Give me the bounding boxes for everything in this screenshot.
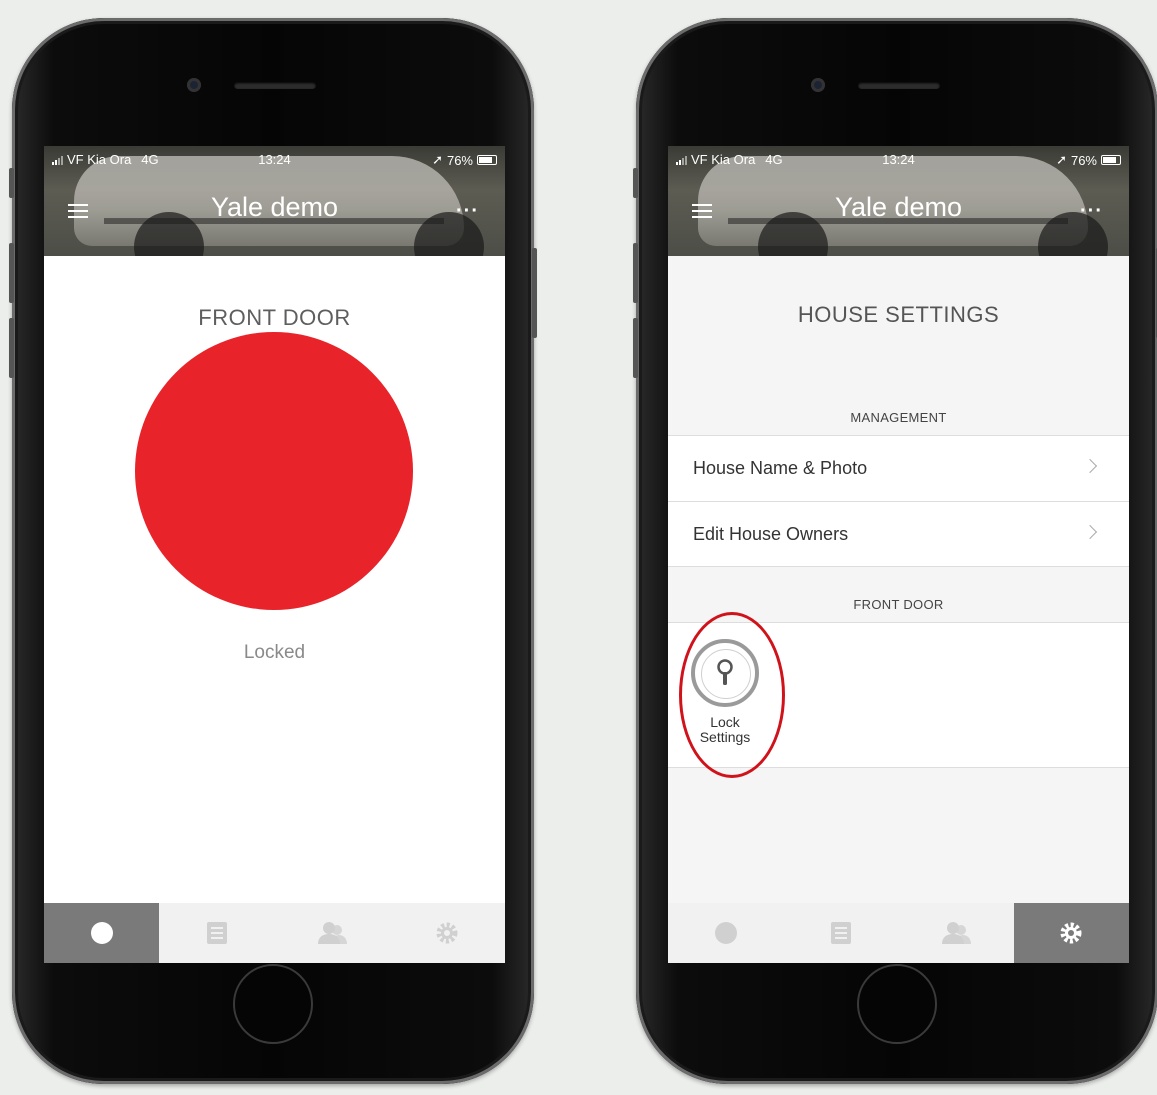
front-camera	[811, 78, 825, 92]
battery-icon	[477, 155, 497, 165]
lock-name-title: FRONT DOOR	[198, 305, 351, 330]
battery-percent: 76%	[1070, 152, 1097, 168]
screen-lock: VF Kia Ora 4G 13:24 ➚ 76% Yale demo ···	[44, 146, 505, 963]
keyhole-icon	[691, 639, 759, 707]
status-bar: VF Kia Ora 4G 13:24 ➚ 76%	[668, 152, 1129, 168]
front-camera	[187, 78, 201, 92]
tab-lock[interactable]	[668, 903, 783, 963]
row-label: Edit House Owners	[693, 523, 849, 544]
location-arrow-icon: ➚	[432, 152, 443, 167]
tab-settings[interactable]	[1013, 903, 1129, 963]
home-button	[233, 964, 313, 1044]
house-header: VF Kia Ora 4G 13:24 ➚ 76% Yale demo ···	[44, 146, 505, 256]
screen-house-settings: VF Kia Ora 4G 13:24 ➚ 76% Yale demo ···	[668, 146, 1129, 963]
tab-activity[interactable]	[159, 903, 274, 963]
management-section-label: MANAGEMENT	[850, 410, 947, 425]
volume-up-button	[633, 243, 638, 303]
lock-tiles-area: Lock Settings	[668, 622, 1129, 768]
screenshot-stage: VF Kia Ora 4G 13:24 ➚ 76% Yale demo ···	[0, 0, 1157, 1095]
settings-title: HOUSE SETTINGS	[797, 302, 1000, 327]
activity-list-icon	[206, 922, 227, 944]
tab-lock[interactable]	[44, 903, 160, 963]
house-name-photo-row[interactable]: House Name & Photo	[668, 435, 1129, 501]
phone-right: VF Kia Ora 4G 13:24 ➚ 76% Yale demo ···	[633, 18, 1157, 1084]
more-options-icon[interactable]: ···	[456, 200, 479, 223]
house-title: Yale demo	[834, 192, 963, 222]
lock-settings-label: Lock Settings	[699, 714, 751, 745]
guests-icon	[942, 922, 972, 944]
location-arrow-icon: ➚	[1056, 152, 1067, 167]
gear-icon	[436, 922, 458, 944]
house-title: Yale demo	[210, 192, 339, 222]
gear-icon	[1060, 922, 1082, 944]
battery-info: ➚ 76%	[1056, 152, 1121, 168]
more-options-icon[interactable]: ···	[1080, 200, 1103, 223]
battery-icon	[1101, 155, 1121, 165]
power-button	[532, 248, 537, 338]
tab-activity[interactable]	[783, 903, 898, 963]
lock-dot-icon	[714, 922, 737, 944]
lock-status-text: Locked	[243, 642, 306, 663]
status-bar: VF Kia Ora 4G 13:24 ➚ 76%	[44, 152, 505, 168]
lock-toggle-button[interactable]	[135, 332, 413, 610]
tab-bar	[44, 903, 505, 963]
settings-background	[668, 256, 1129, 903]
earpiece-speaker	[234, 82, 316, 89]
chevron-right-icon	[1082, 458, 1098, 474]
front-door-section-label: FRONT DOOR	[853, 597, 944, 612]
keyhole-glyph	[717, 659, 733, 685]
tab-bar	[668, 903, 1129, 963]
volume-down-button	[633, 318, 638, 378]
battery-info: ➚ 76%	[432, 152, 497, 168]
tab-settings[interactable]	[390, 903, 505, 963]
home-button	[857, 964, 937, 1044]
mute-switch	[9, 168, 14, 198]
guests-icon	[318, 922, 348, 944]
battery-percent: 76%	[446, 152, 473, 168]
house-header: VF Kia Ora 4G 13:24 ➚ 76% Yale demo ···	[668, 146, 1129, 256]
activity-list-icon	[830, 922, 851, 944]
chevron-right-icon	[1082, 524, 1098, 540]
row-label: House Name & Photo	[693, 458, 868, 478]
tab-guests[interactable]	[899, 903, 1014, 963]
mute-switch	[633, 168, 638, 198]
lock-dot-icon	[90, 922, 113, 944]
volume-down-button	[9, 318, 14, 378]
tab-guests[interactable]	[275, 903, 390, 963]
edit-house-owners-row[interactable]: Edit House Owners	[668, 501, 1129, 567]
lock-settings-tile[interactable]: Lock Settings	[689, 639, 761, 745]
earpiece-speaker	[858, 82, 940, 89]
volume-up-button	[9, 243, 14, 303]
phone-left: VF Kia Ora 4G 13:24 ➚ 76% Yale demo ···	[9, 18, 537, 1084]
